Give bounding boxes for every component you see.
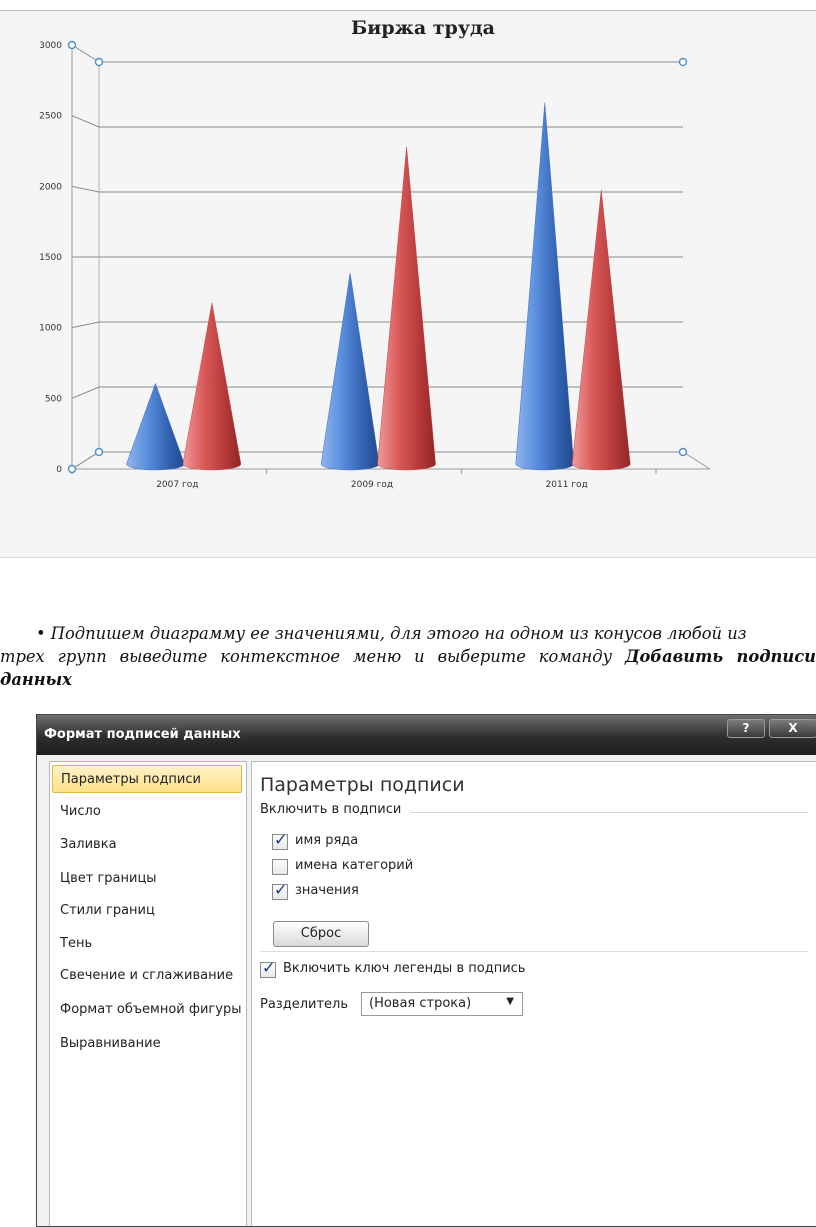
group-divider (410, 812, 808, 813)
gridline-diagonal (71, 321, 100, 329)
instruction-text-2: трех групп выведите контекстное меню и в… (0, 647, 625, 666)
nav-item-glow-soft-edges[interactable]: Свечение и сглаживание (52, 962, 242, 990)
category-names-label: имена категорий (295, 858, 414, 873)
group-label: Включить в подписи (260, 802, 402, 817)
y-tick-label: 2000 (39, 182, 62, 192)
cone-series-2 (571, 189, 631, 471)
gridline-diagonal (71, 185, 100, 193)
cone-series-1 (126, 382, 185, 471)
chart: Биржа труда 0 500 1000 1500 2000 2500 3000 2007… (0, 10, 816, 558)
nav-item-fill[interactable]: Заливка (52, 831, 242, 859)
series-name-checkbox[interactable]: ✓ (272, 830, 288, 850)
legend-key-checkbox[interactable]: ✓ (260, 958, 276, 978)
gridline-diagonal (71, 115, 100, 128)
nav-item-border-styles[interactable]: Стили границ (52, 897, 242, 925)
cone-series-2 (377, 146, 436, 471)
options-panel: Параметры подписи Включить в подписи ✓ и… (251, 761, 816, 1226)
y-tick-label: 3000 (39, 41, 62, 51)
selection-handle (678, 447, 688, 457)
command-name: Добавить подписи (624, 647, 816, 666)
check-mark-icon: ✓ (262, 958, 276, 977)
check-mark-icon: ✓ (274, 830, 288, 849)
section-divider (260, 951, 808, 952)
separator-label: Разделитель (260, 997, 349, 1012)
close-button[interactable]: X (769, 719, 816, 738)
dialog-title: Формат подписей данных (44, 727, 241, 742)
floor-edge-line (682, 451, 711, 470)
nav-item-number[interactable]: Число (52, 798, 242, 826)
values-label: значения (295, 883, 359, 898)
y-tick-label: 1000 (39, 324, 62, 334)
separator-value: (Новая строка) (369, 996, 472, 1011)
chart-plot: 0 500 1000 1500 2000 2500 3000 2007 год 2009 год… (39, 40, 711, 490)
x-tick-label: 2011 год (546, 480, 588, 490)
category-list: Параметры подписи Число Заливка Цвет гра… (49, 761, 247, 1226)
selection-handle (67, 40, 77, 50)
format-data-labels-dialog: Формат подписей данных ? X Параметры под… (36, 714, 816, 1227)
selection-handle (94, 57, 104, 67)
command-name-tail: данных (0, 670, 72, 689)
selection-handle (94, 447, 104, 457)
nav-item-alignment[interactable]: Выравнивание (52, 1030, 242, 1058)
separator-dropdown[interactable]: (Новая строка) ▼ (361, 992, 523, 1016)
x-tick-label: 2009 год (351, 480, 393, 490)
y-tick-label: 0 (56, 465, 62, 475)
cone-series-1 (515, 102, 575, 471)
y-tick-label: 2500 (39, 112, 62, 122)
instruction-text-1: Подпишем диаграмму ее значениями, для эт… (50, 624, 747, 643)
x-tick-label: 2007 год (156, 480, 198, 490)
cone-series-1 (320, 272, 380, 471)
gridline-diagonal (71, 451, 100, 470)
dropdown-arrow-icon[interactable]: ▼ (506, 996, 514, 1007)
help-button[interactable]: ? (727, 719, 765, 738)
values-checkbox[interactable]: ✓ (272, 880, 288, 900)
legend-key-label: Включить ключ легенды в подпись (283, 961, 526, 976)
dialog-body: Параметры подписи Число Заливка Цвет гра… (44, 755, 816, 1226)
series-name-label: имя ряда (295, 833, 359, 848)
gridline-diagonal (71, 44, 100, 63)
dialog-titlebar[interactable]: Формат подписей данных ? X (37, 715, 816, 755)
instruction-paragraph: • Подпишем диаграмму ее значениями, для … (0, 622, 816, 691)
nav-item-border-color[interactable]: Цвет границы (52, 865, 242, 893)
selection-handle (678, 57, 688, 67)
reset-button[interactable]: Сброс (273, 921, 369, 947)
y-tick-label: 1500 (39, 253, 62, 263)
y-tick-label: 500 (45, 394, 62, 404)
section-title: Параметры подписи (260, 774, 465, 796)
category-names-checkbox[interactable] (272, 859, 288, 875)
gridline-diagonal (71, 386, 100, 399)
cone-series-2 (182, 302, 242, 471)
nav-item-shadow[interactable]: Тень (52, 930, 242, 958)
selection-handle (67, 464, 77, 474)
bullet: • (36, 624, 46, 643)
check-mark-icon: ✓ (274, 880, 288, 899)
nav-item-label-options[interactable]: Параметры подписи (52, 765, 242, 793)
nav-item-3d-format[interactable]: Формат объемной фигуры (52, 996, 242, 1024)
